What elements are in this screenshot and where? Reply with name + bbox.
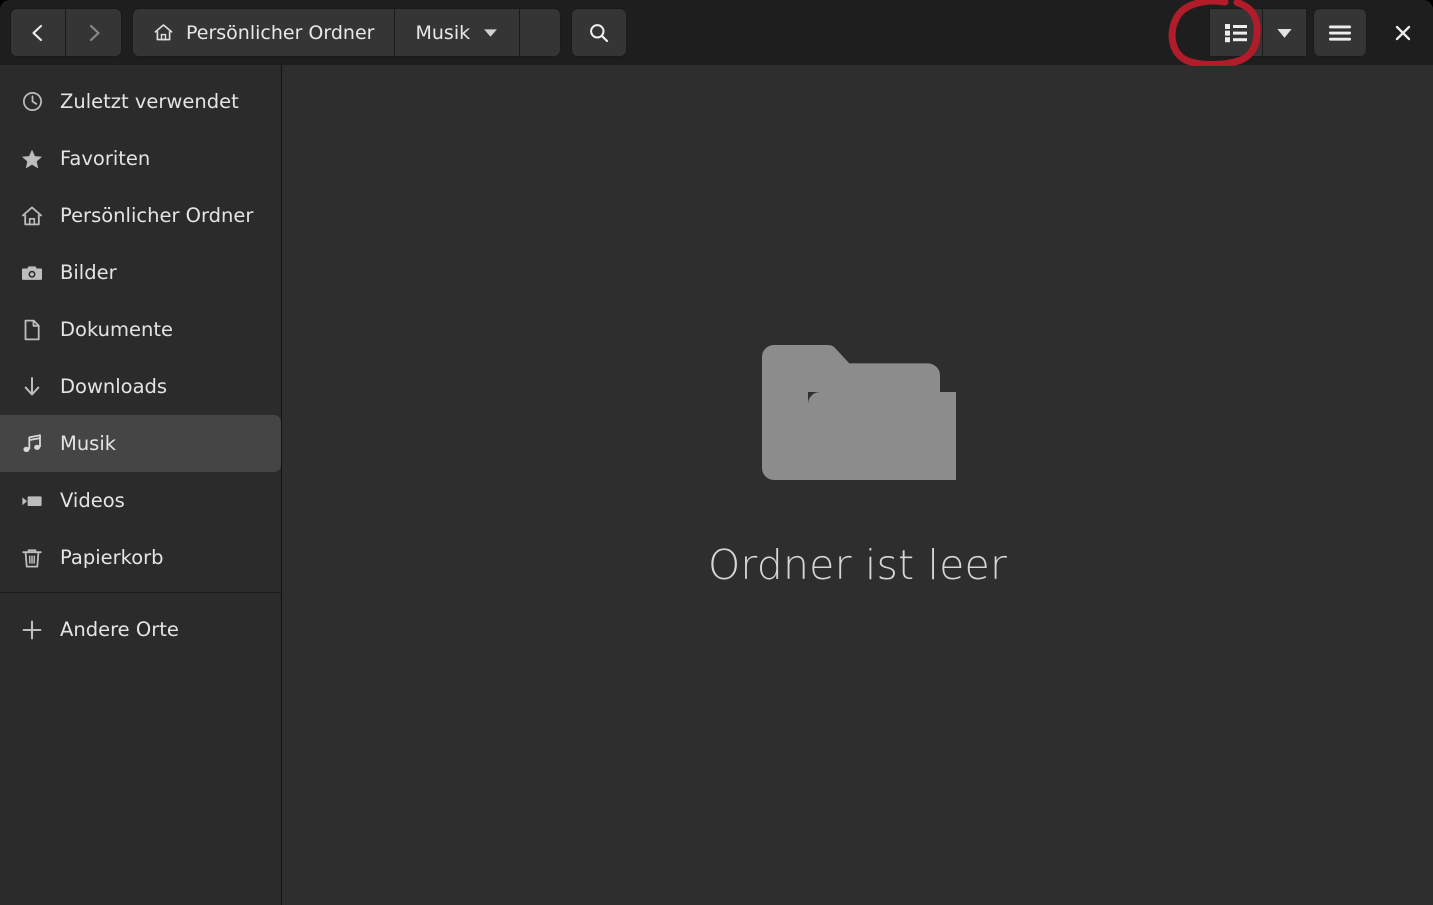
video-icon: [20, 489, 44, 513]
sidebar-item-label: Andere Orte: [60, 618, 179, 641]
sidebar-item-label: Videos: [60, 489, 125, 512]
path-segment-current[interactable]: Musik: [395, 9, 519, 56]
chevron-right-icon: [89, 24, 100, 41]
search-button[interactable]: [571, 8, 628, 57]
empty-folder-message: Ordner ist leer: [707, 541, 1008, 589]
close-icon: [1395, 25, 1411, 40]
camera-icon: [20, 261, 44, 285]
sidebar-item-label: Papierkorb: [60, 546, 164, 569]
search-icon: [590, 23, 609, 42]
sidebar-item-label: Persönlicher Ordner: [60, 204, 254, 227]
sidebar-item-pictures[interactable]: Bilder: [0, 244, 281, 301]
view-mode-button-group: [1209, 8, 1307, 57]
chevron-down-icon: [484, 29, 497, 37]
sidebar-item-documents[interactable]: Dokumente: [0, 301, 281, 358]
sidebar-item-label: Bilder: [60, 261, 117, 284]
view-options-dropdown-button[interactable]: [1263, 8, 1307, 57]
sidebar-item-label: Dokumente: [60, 318, 173, 341]
trash-icon: [20, 546, 44, 570]
sidebar-item-recent[interactable]: Zuletzt verwendet: [0, 73, 281, 130]
hamburger-menu-icon: [1329, 25, 1351, 41]
location-entry[interactable]: [520, 9, 560, 56]
main-menu-button[interactable]: [1313, 8, 1367, 57]
path-bar: Persönlicher Ordner Musik: [132, 8, 562, 57]
back-button[interactable]: [10, 8, 66, 57]
sidebar: Zuletzt verwendet Favoriten Persönlicher…: [0, 65, 282, 905]
home-icon: [20, 204, 44, 228]
file-list-area[interactable]: Ordner ist leer: [282, 65, 1433, 905]
list-view-button[interactable]: [1209, 8, 1263, 57]
sidebar-item-music[interactable]: Musik: [0, 415, 281, 472]
empty-folder-icon: [761, 345, 956, 480]
path-segment-label: Persönlicher Ordner: [186, 21, 375, 44]
sidebar-item-videos[interactable]: Videos: [0, 472, 281, 529]
sidebar-separator: [0, 592, 281, 593]
sidebar-item-home[interactable]: Persönlicher Ordner: [0, 187, 281, 244]
sidebar-item-label: Favoriten: [60, 147, 151, 170]
sidebar-item-downloads[interactable]: Downloads: [0, 358, 281, 415]
plus-icon: [20, 618, 44, 642]
star-icon: [20, 147, 44, 171]
list-view-icon: [1225, 23, 1247, 42]
chevron-down-icon: [1277, 28, 1292, 38]
close-window-button[interactable]: [1373, 8, 1433, 57]
download-arrow-icon: [20, 375, 44, 399]
sidebar-item-other-locations[interactable]: Andere Orte: [0, 601, 281, 658]
music-note-icon: [20, 432, 44, 456]
empty-folder-state: Ordner ist leer: [282, 323, 1433, 589]
window-body: Zuletzt verwendet Favoriten Persönlicher…: [0, 65, 1433, 905]
chevron-left-icon: [32, 24, 43, 41]
navigation-button-group: [10, 8, 122, 57]
file-manager-window: Persönlicher Ordner Musik Zuletzt verwen…: [0, 0, 1433, 905]
home-icon: [154, 24, 173, 41]
forward-button[interactable]: [66, 8, 122, 57]
sidebar-item-trash[interactable]: Papierkorb: [0, 529, 281, 586]
header-bar: Persönlicher Ordner Musik: [0, 0, 1433, 65]
path-segment-label: Musik: [415, 21, 471, 44]
document-icon: [20, 318, 44, 342]
sidebar-item-label: Musik: [60, 432, 117, 455]
sidebar-item-starred[interactable]: Favoriten: [0, 130, 281, 187]
sidebar-item-label: Zuletzt verwendet: [60, 90, 239, 113]
sidebar-item-label: Downloads: [60, 375, 168, 398]
path-segment-home[interactable]: Persönlicher Ordner: [133, 9, 394, 56]
clock-icon: [20, 90, 44, 114]
